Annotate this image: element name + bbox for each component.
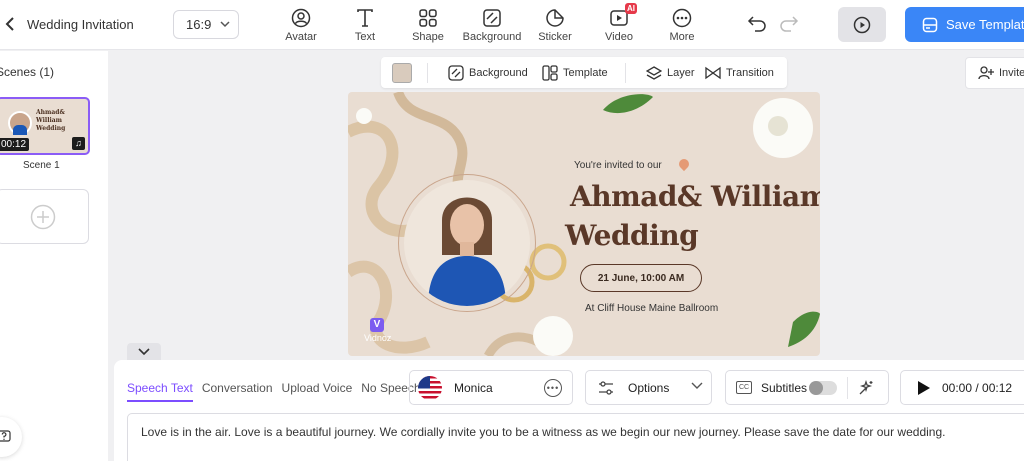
toolbar-divider [625,63,626,83]
preview-button[interactable] [838,7,886,42]
shape-icon [419,9,437,27]
scene-canvas[interactable]: You're invited to our Ahmad& William Wed… [348,92,820,356]
layer-label: Layer [667,67,695,79]
invite-label: Invite [999,67,1024,79]
document-title[interactable]: Wedding Invitation [27,17,134,32]
tab-conversation[interactable]: Conversation [202,381,273,402]
template-label: Template [563,67,608,79]
template-icon [542,65,558,81]
scenes-title: Scenes (1) [0,65,55,79]
background-label: Background [469,67,528,79]
chevron-down-icon [220,21,230,28]
tool-label: Text [354,31,376,43]
transition-label: Transition [726,67,774,79]
scene-thumbnail[interactable]: Ahmad& William Wedding 00:12 ♫ [0,97,90,155]
toolbar-divider [427,63,428,83]
plus-circle-icon [30,204,55,229]
audio-player: 00:00 / 00:12 [900,370,1024,405]
more-icon [672,8,692,28]
wedding-heading[interactable]: Wedding [565,219,699,252]
add-scene-button[interactable] [0,189,89,244]
sticker-icon [546,9,564,27]
event-date[interactable]: 21 June, 10:00 AM [580,264,702,292]
speech-tabs: Speech Text Conversation Upload Voice No… [127,381,430,402]
tool-more[interactable]: More [642,6,722,43]
invitation-line[interactable]: You're invited to our [574,160,662,171]
play-circle-icon [853,16,871,33]
chevron-down-icon [138,347,150,355]
save-icon [922,17,938,32]
options-dropdown[interactable]: Options [585,370,712,405]
music-icon[interactable]: ♫ [72,137,85,150]
save-template-label: Save Template [946,17,1024,32]
scenes-panel: Scenes (1) Ahmad& William Wedding 00:12 … [0,51,108,461]
background-icon [448,65,464,81]
undo-button[interactable] [747,14,767,37]
tool-label: Sticker [538,31,572,43]
play-icon[interactable] [917,380,931,396]
collapse-panel-button[interactable] [127,343,161,360]
aspect-ratio-value: 16:9 [186,17,212,32]
text-icon [357,9,373,27]
sliders-icon [599,380,613,395]
thumbnail-title: Ahmad& William Wedding [36,109,66,132]
help-icon [0,430,11,442]
background-button[interactable]: Background [448,65,528,81]
voice-selector[interactable]: Monica ••• [409,370,573,405]
avatar-icon [291,8,311,28]
save-template-button[interactable]: Save Template [905,7,1024,42]
speech-script-input[interactable]: Love is in the air. Love is a beautiful … [127,413,1024,461]
tool-label: Video [605,31,633,43]
tab-upload-voice[interactable]: Upload Voice [282,381,353,402]
subtitles-toggle[interactable] [809,381,837,395]
invite-button[interactable]: Invite [965,57,1024,89]
voice-name: Monica [454,380,493,395]
transition-button[interactable]: Transition [705,65,774,81]
cc-icon: CC [736,381,752,394]
back-button[interactable] [0,12,20,36]
canvas-toolbar: Background Template Layer Transition [381,57,787,88]
redo-button[interactable] [779,14,799,37]
template-button[interactable]: Template [542,65,608,81]
aspect-ratio-select[interactable]: 16:9 [173,10,239,39]
tool-label: More [669,31,695,43]
ai-badge: AI [625,3,637,14]
transition-icon [705,66,721,80]
undo-icon [747,16,766,32]
scene-name: Scene 1 [23,160,60,171]
tool-label: Shape [412,31,444,43]
watermark-text: Vidnoz [364,333,392,343]
add-user-icon [978,66,994,80]
subtitles-label: Subtitles [761,380,808,395]
magic-wand-icon[interactable] [857,379,875,397]
event-venue[interactable]: At Cliff House Maine Ballroom [585,303,718,314]
layers-icon [646,66,662,80]
background-icon [483,9,501,27]
chevron-left-icon [5,17,14,31]
voice-more-icon[interactable]: ••• [544,379,562,397]
us-flag-icon [418,375,442,400]
playback-time: 00:00 / 00:12 [942,380,1013,395]
tool-label: Background [462,31,522,43]
person-avatar [428,197,506,306]
tab-speech-text[interactable]: Speech Text [127,381,193,402]
options-label: Options [628,380,670,395]
avatar-image[interactable] [404,180,530,306]
couple-names[interactable]: Ahmad& William [570,180,820,213]
top-bar: Wedding Invitation 16:9 Avatar Text Shap… [0,0,1024,50]
subtitles-control: CC Subtitles [725,370,889,405]
subtitles-divider [847,377,848,399]
scene-duration: 00:12 [0,138,30,151]
layer-button[interactable]: Layer [646,65,695,81]
avatar-thumbnail [8,111,32,135]
vidnoz-logo-icon: V [370,318,384,332]
redo-icon [780,16,799,32]
tool-label: Avatar [285,31,317,43]
background-color-swatch[interactable] [392,63,412,83]
chevron-down-icon [691,382,703,389]
